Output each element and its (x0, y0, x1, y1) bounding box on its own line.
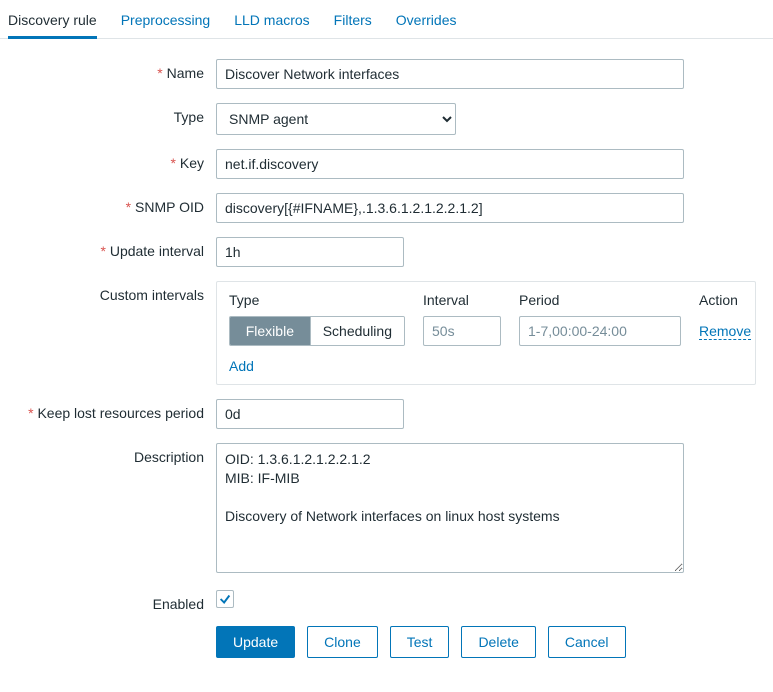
tab-preprocessing[interactable]: Preprocessing (121, 12, 211, 38)
ci-remove-link[interactable]: Remove (699, 323, 751, 340)
action-buttons: Update Clone Test Delete Cancel (216, 626, 757, 658)
enabled-checkbox[interactable] (216, 590, 234, 608)
label-keep-lost: Keep lost resources period (28, 405, 204, 421)
check-icon (218, 592, 232, 606)
label-snmp-oid: SNMP OID (126, 199, 204, 215)
ci-row: Flexible Scheduling Remove (229, 316, 743, 346)
ci-head-period: Period (519, 292, 681, 308)
ci-head-action: Action (699, 292, 743, 308)
tabs-bar: Discovery rule Preprocessing LLD macros … (0, 0, 773, 39)
ci-type-flexible[interactable]: Flexible (230, 317, 310, 345)
label-key: Key (171, 155, 204, 171)
ci-period-input[interactable] (519, 316, 681, 346)
tab-lld-macros[interactable]: LLD macros (234, 12, 309, 38)
snmp-oid-input[interactable] (216, 193, 684, 223)
tab-discovery-rule[interactable]: Discovery rule (8, 12, 97, 39)
cancel-button[interactable]: Cancel (548, 626, 626, 658)
description-textarea[interactable]: OID: 1.3.6.1.2.1.2.2.1.2 MIB: IF-MIB Dis… (216, 443, 684, 573)
ci-head-type: Type (229, 292, 405, 308)
ci-head-interval: Interval (423, 292, 501, 308)
key-input[interactable] (216, 149, 684, 179)
custom-intervals-box: Type Interval Period Action Flexible Sch… (216, 281, 756, 385)
update-interval-input[interactable] (216, 237, 404, 267)
ci-add-link[interactable]: Add (229, 358, 254, 374)
label-enabled: Enabled (153, 596, 204, 612)
update-button[interactable]: Update (216, 626, 295, 658)
name-input[interactable] (216, 59, 684, 89)
label-name: Name (157, 65, 204, 81)
ci-type-segment: Flexible Scheduling (229, 316, 405, 346)
clone-button[interactable]: Clone (307, 626, 378, 658)
ci-interval-input[interactable] (423, 316, 501, 346)
tab-overrides[interactable]: Overrides (396, 12, 457, 38)
ci-type-scheduling[interactable]: Scheduling (310, 317, 404, 345)
test-button[interactable]: Test (390, 626, 450, 658)
delete-button[interactable]: Delete (461, 626, 535, 658)
label-description: Description (134, 449, 204, 465)
label-type: Type (174, 109, 204, 125)
label-update-interval: Update interval (100, 243, 204, 259)
tab-filters[interactable]: Filters (334, 12, 372, 38)
label-custom-intervals: Custom intervals (100, 287, 204, 303)
type-select[interactable]: SNMP agent (216, 103, 456, 135)
discovery-rule-form: Name Type SNMP agent Key SNMP OID Update… (0, 39, 773, 692)
keep-lost-input[interactable] (216, 399, 404, 429)
